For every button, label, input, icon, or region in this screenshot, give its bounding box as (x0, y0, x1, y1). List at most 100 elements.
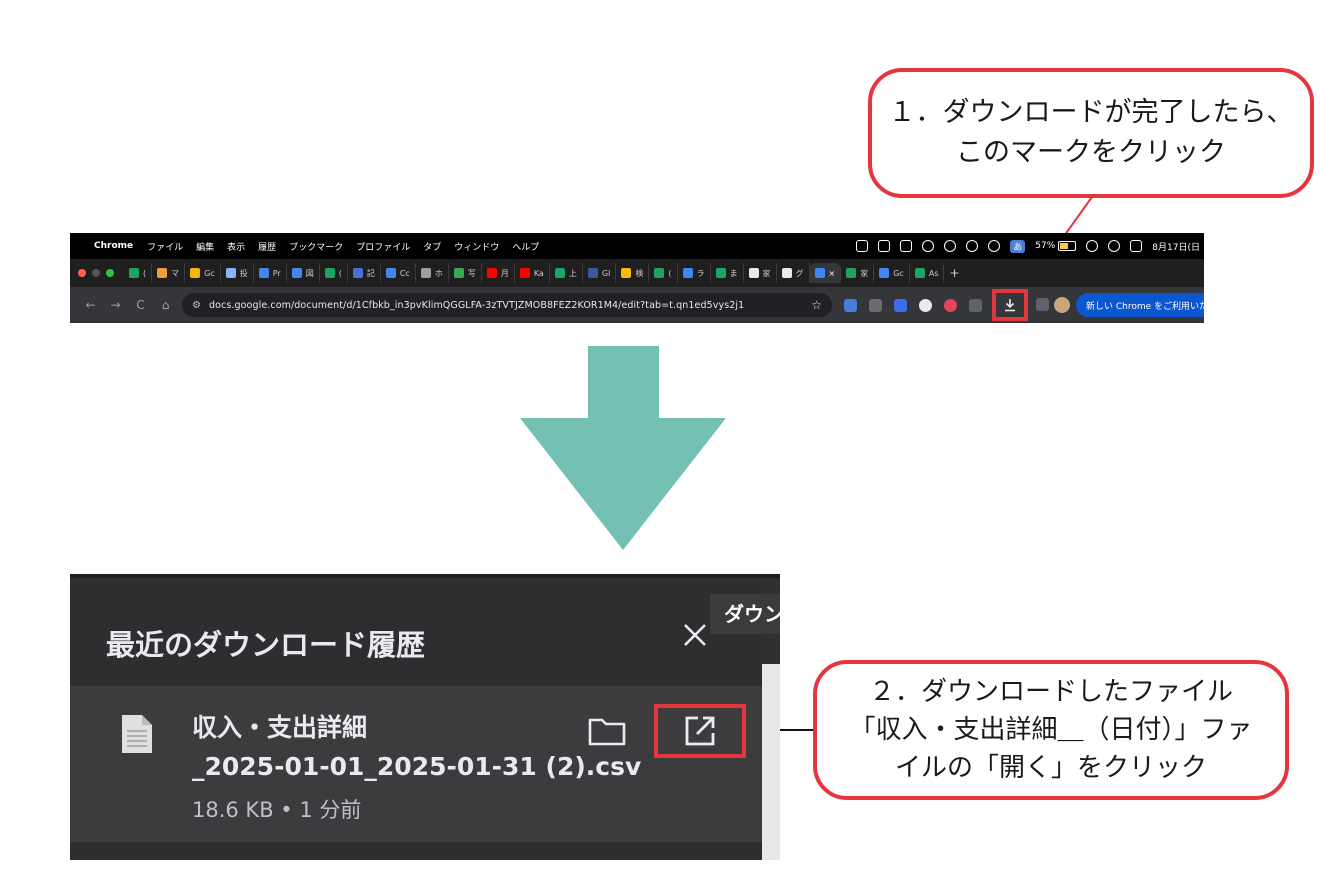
close-window-button[interactable] (78, 269, 86, 277)
battery-indicator[interactable]: 57% (1035, 241, 1077, 251)
browser-tab[interactable]: 家 (841, 263, 875, 283)
tab-favicon-icon (129, 268, 139, 278)
link-icon[interactable] (1086, 240, 1099, 252)
extension-c-icon[interactable] (919, 298, 932, 312)
browser-toolbar: ← → C ⌂ ⚙ docs.google.com/document/d/1Cf… (70, 287, 1204, 323)
tab-title: ( (143, 268, 147, 278)
tab-title: Gc (893, 268, 904, 278)
address-bar-url[interactable]: docs.google.com/document/d/1Cfbkb_in3pvK… (209, 300, 744, 311)
tab-favicon-icon (225, 268, 236, 278)
extension-t-icon[interactable] (944, 298, 957, 312)
drive-icon[interactable] (878, 240, 891, 252)
extension-blue-icon[interactable] (894, 298, 907, 312)
tab-favicon-icon (554, 268, 565, 278)
tab-favicon-icon (352, 268, 363, 278)
minimize-window-button[interactable] (92, 269, 100, 277)
airpods-icon[interactable] (966, 240, 979, 252)
profile-avatar[interactable] (1054, 297, 1070, 313)
home-button[interactable]: ⌂ (153, 298, 178, 312)
extension-tag-icon[interactable] (844, 298, 857, 312)
tab-favicon-icon (587, 268, 598, 278)
browser-tab[interactable]: 月 (482, 263, 515, 283)
menu-file[interactable]: ファイル (147, 240, 183, 253)
address-bar[interactable]: ⚙ docs.google.com/document/d/1Cfbkb_in3p… (182, 293, 832, 317)
forward-button[interactable]: → (103, 298, 128, 312)
tab-strip: (マ Gc 投 Pr 図 (記 Cc ホ 写 月 Ka 上 GI 検 (ラ ま 家 グ × 家 Gc As + (70, 259, 1204, 287)
new-tab-button[interactable]: + (944, 263, 964, 283)
layers-icon[interactable] (922, 240, 935, 252)
password-icon[interactable] (944, 240, 957, 252)
browser-tab[interactable]: Cc (381, 263, 416, 283)
menu-help[interactable]: ヘルプ (512, 240, 539, 253)
callout-step-2-line-1: ２．ダウンロードしたファイル (868, 677, 1233, 707)
menubar-date[interactable]: 8月17日(日 (1152, 240, 1200, 253)
browser-tab[interactable]: マ (152, 263, 186, 283)
browser-tab[interactable]: ラ (678, 263, 711, 283)
browser-tab[interactable]: Gc (874, 263, 910, 283)
tab-favicon-icon (157, 268, 168, 278)
search-icon[interactable] (1108, 240, 1121, 252)
chrome-update-notice[interactable]: 新しい Chrome をご利用いただ (1076, 293, 1204, 317)
zoom-window-button[interactable] (106, 269, 114, 277)
open-external-icon (685, 716, 715, 746)
tab-title: Cc (399, 268, 410, 278)
menu-history[interactable]: 履歴 (258, 240, 276, 253)
control-center-icon[interactable] (1130, 240, 1143, 252)
downloads-button[interactable] (992, 289, 1028, 321)
menu-tab[interactable]: タブ (423, 240, 441, 253)
browser-tab[interactable]: ( (124, 263, 153, 283)
reload-button[interactable]: C (128, 298, 153, 312)
browser-tab[interactable]: ( (320, 263, 348, 283)
browser-tab[interactable]: 写 (449, 263, 482, 283)
input-method-indicator[interactable]: あ (1010, 239, 1026, 253)
browser-tab[interactable]: ( (649, 263, 678, 283)
tab-title: Gc (204, 268, 215, 278)
download-item[interactable]: 収入・支出詳細 _2025-01-01_2025-01-31 (2).csv 1… (70, 686, 762, 842)
downloads-bubble-body: 最近のダウンロード履歴 収入・支出詳細 _2025-01-01_2025-01-… (70, 574, 762, 860)
browser-tab[interactable]: 図 (287, 263, 320, 283)
site-info-icon[interactable]: ⚙ (192, 300, 201, 311)
show-in-folder-icon[interactable] (588, 716, 626, 746)
menu-profiles[interactable]: プロファイル (356, 240, 410, 253)
extension-u-icon[interactable] (869, 298, 882, 312)
browser-tab[interactable]: 検 (616, 263, 650, 283)
close-icon[interactable] (680, 620, 710, 650)
browser-tab[interactable]: 記 (348, 263, 381, 283)
downloads-bubble: 最近のダウンロード履歴 収入・支出詳細 _2025-01-01_2025-01-… (70, 574, 780, 860)
browser-tab[interactable]: グ (777, 263, 810, 283)
tab-title: 記 (366, 268, 375, 278)
tab-favicon-icon (420, 268, 431, 278)
tab-favicon-icon (621, 268, 632, 278)
extensions-puzzle-icon[interactable] (969, 298, 982, 312)
browser-tab[interactable]: 上 (550, 263, 583, 283)
browser-tab[interactable]: 投 (221, 263, 254, 283)
download-file-name-line-2: _2025-01-01_2025-01-31 (2).csv (192, 752, 642, 781)
menu-edit[interactable]: 編集 (196, 240, 214, 253)
page-scrollbar[interactable] (762, 664, 780, 860)
browser-tab[interactable]: ま (711, 263, 744, 283)
browser-tab[interactable]: Gc (185, 263, 221, 283)
browser-tab[interactable]: ホ (416, 263, 449, 283)
tab-title: ラ (696, 268, 705, 278)
browser-tab[interactable]: Ka (515, 263, 550, 283)
browser-tab[interactable]: As (910, 263, 945, 283)
menu-view[interactable]: 表示 (227, 240, 245, 253)
open-file-button[interactable] (654, 704, 746, 758)
browser-tab[interactable]: 家 (744, 263, 777, 283)
back-button[interactable]: ← (78, 298, 103, 312)
menu-window[interactable]: ウィンドウ (454, 240, 499, 253)
play-icon[interactable] (988, 240, 1001, 252)
calendar-icon[interactable] (900, 240, 913, 252)
status-app-icon[interactable] (856, 240, 869, 252)
tab-title: 写 (467, 268, 476, 278)
tab-favicon-icon (879, 268, 890, 278)
menubar-app-name[interactable]: Chrome (94, 241, 133, 251)
browser-tab[interactable]: Pr (254, 263, 287, 283)
callout-step-2-line-3: イルの「開く」をクリック (894, 753, 1207, 783)
browser-tab[interactable]: × (809, 263, 842, 283)
reading-list-icon[interactable] (1036, 298, 1049, 311)
tab-favicon-icon (486, 268, 497, 278)
bookmark-star-icon[interactable]: ☆ (811, 298, 822, 312)
browser-tab[interactable]: GI (583, 263, 617, 283)
menu-bookmarks[interactable]: ブックマーク (289, 240, 343, 253)
